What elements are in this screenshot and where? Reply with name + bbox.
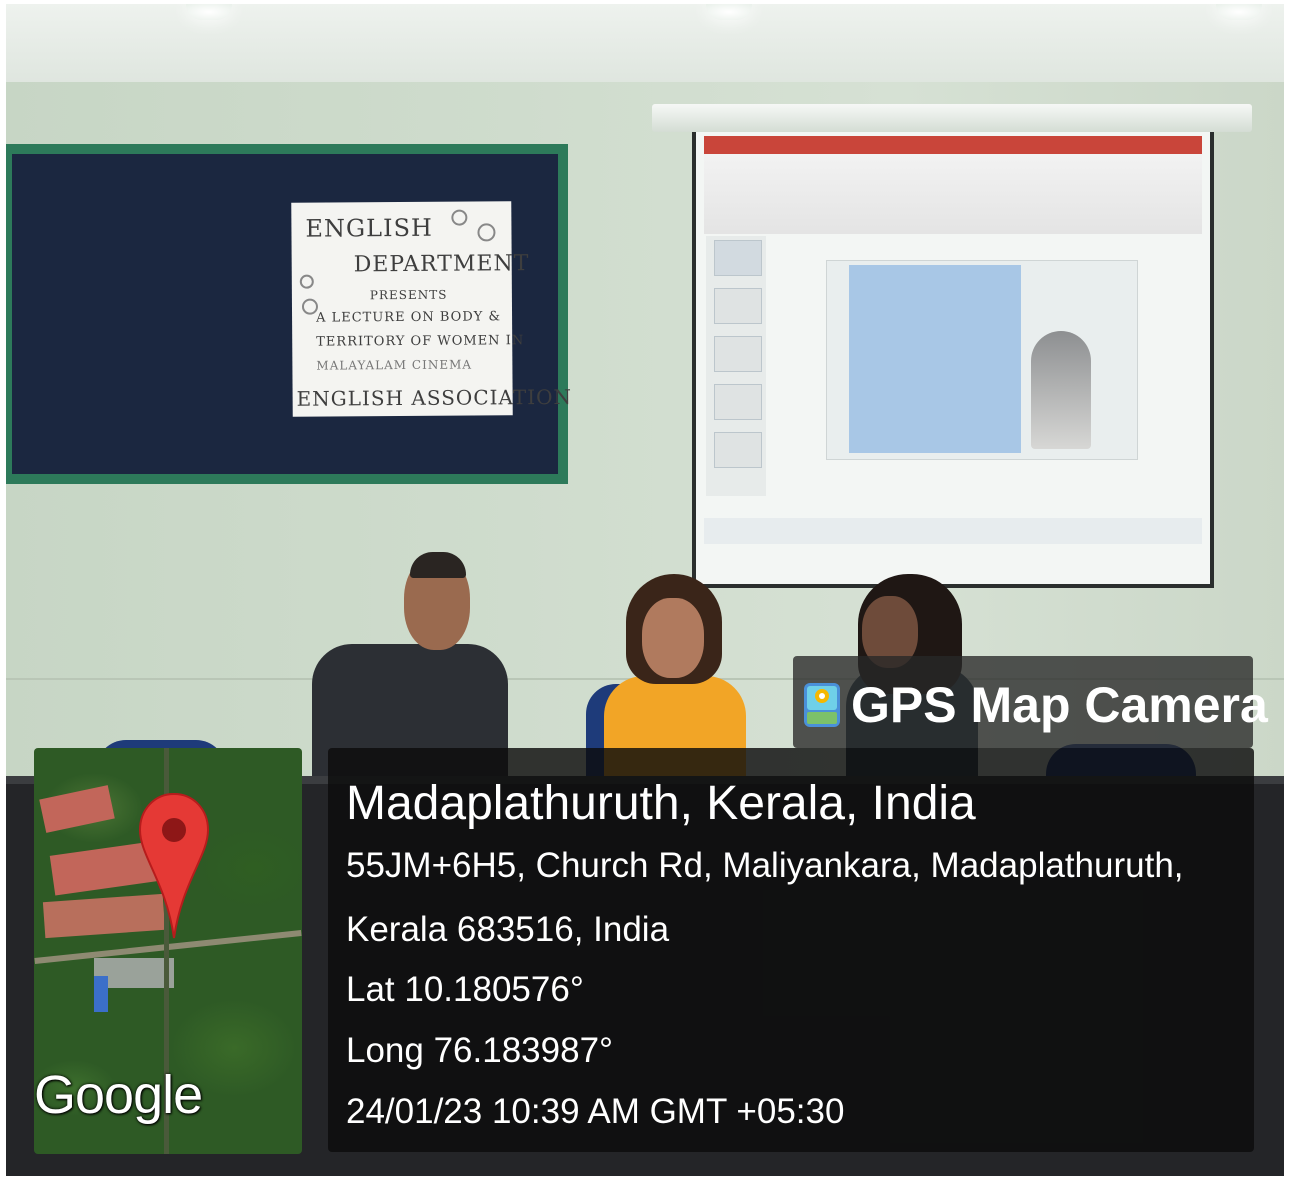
poster-doodle — [477, 223, 496, 242]
longitude-text: Long 76.183987° — [346, 1031, 614, 1070]
poster-line: A LECTURE ON BODY & — [316, 309, 502, 326]
address-line: Kerala 683516, India — [346, 910, 670, 949]
google-logo: Google — [34, 1065, 203, 1125]
projector-screen — [692, 132, 1214, 588]
datetime-text: 24/01/23 10:39 AM GMT +05:30 — [346, 1092, 845, 1131]
latitude-text: Lat 10.180576° — [346, 970, 584, 1009]
projector-screen-housing — [652, 104, 1252, 132]
taskbar — [704, 518, 1202, 544]
ceiling-light — [1216, 4, 1262, 20]
poster-doodle — [301, 298, 319, 315]
ceiling-light — [706, 4, 752, 20]
ceiling — [6, 4, 1284, 82]
gps-camera-icon — [804, 683, 840, 727]
gps-camera-badge: GPS Map Camera — [793, 656, 1268, 748]
current-slide — [826, 260, 1138, 460]
slide-text-box — [849, 265, 1021, 453]
poster-line: ENGLISH — [305, 213, 434, 243]
slide-thumbnail — [714, 288, 762, 324]
address-line: 55JM+6H5, Church Rd, Maliyankara, Madapl… — [346, 846, 1184, 885]
slide-image — [1031, 331, 1091, 449]
slide-thumbnail — [714, 336, 762, 372]
poster-doodle — [299, 274, 314, 289]
slide-thumbnail — [714, 240, 762, 276]
slide-thumbnail — [714, 432, 762, 468]
poster-line: TERRITORY OF WOMEN IN — [316, 333, 525, 350]
person-head — [642, 598, 704, 678]
ceiling-light — [186, 4, 232, 20]
slide-thumbnail — [714, 384, 762, 420]
poster-doodle — [451, 209, 468, 226]
presentation-ribbon — [704, 154, 1202, 234]
presentation-title-bar — [704, 136, 1202, 154]
satellite-map-thumbnail: Google — [34, 748, 302, 1154]
location-title: Madaplathuruth, Kerala, India — [346, 777, 976, 830]
location-info-panel: Madaplathuruth, Kerala, India 55JM+6H5, … — [328, 748, 1254, 1152]
poster-line: DEPARTMENT — [353, 251, 530, 278]
gps-camera-title: GPS Map Camera — [851, 677, 1268, 733]
map-pin-icon — [138, 792, 210, 939]
board-surface: ENGLISH DEPARTMENT PRESENTS A LECTURE ON… — [12, 154, 572, 474]
map-building — [39, 785, 115, 833]
poster-line: PRESENTS — [369, 287, 448, 303]
poster-line: MALAYALAM CINEMA — [316, 357, 473, 373]
event-poster: ENGLISH DEPARTMENT PRESENTS A LECTURE ON… — [291, 201, 572, 417]
notice-board: ENGLISH DEPARTMENT PRESENTS A LECTURE ON… — [6, 144, 572, 484]
slide-thumbnails — [706, 236, 766, 496]
map-building — [94, 976, 108, 1012]
poster-line: ENGLISH ASSOCIATION — [296, 384, 573, 411]
